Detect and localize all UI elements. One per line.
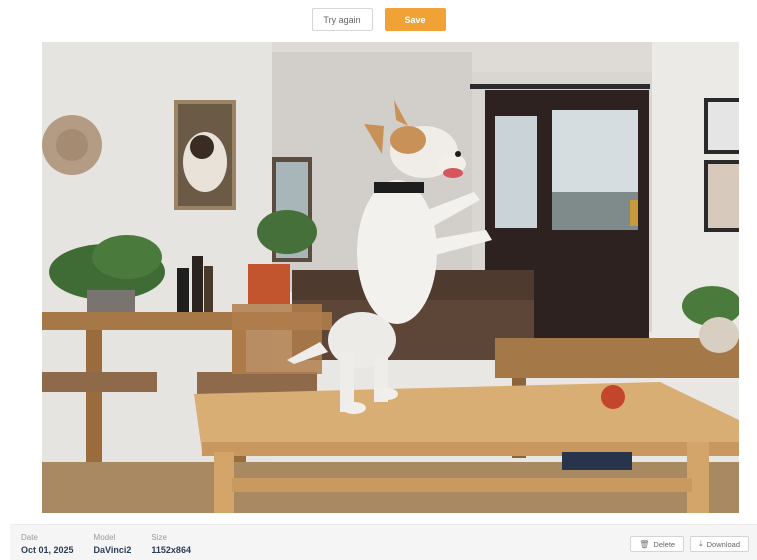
download-label: Download	[706, 539, 740, 549]
size-label: Size	[151, 533, 167, 542]
image-metadata: Date Oct 01, 2025 Model DaVinci2 Size 11…	[21, 533, 211, 557]
generation-toolbar: Try again Save	[0, 8, 757, 32]
delete-button[interactable]: 🗑 Delete	[630, 536, 685, 552]
download-button[interactable]: ⤓ Download	[690, 536, 749, 552]
meta-date: Date Oct 01, 2025	[21, 533, 74, 557]
model-value: DaVinci2	[93, 545, 132, 555]
size-value: 1152x864	[151, 545, 191, 555]
date-label: Date	[21, 533, 38, 542]
model-label: Model	[93, 533, 116, 542]
download-icon: ⤓	[699, 539, 703, 548]
image-details-bar: Date Oct 01, 2025 Model DaVinci2 Size 11…	[10, 524, 757, 560]
trash-icon: 🗑	[639, 539, 650, 549]
save-button[interactable]: Save	[384, 8, 446, 31]
meta-size: Size 1152x864	[151, 533, 191, 557]
generated-image	[42, 42, 739, 513]
delete-label: Delete	[653, 539, 676, 549]
generated-image-illustration	[42, 42, 739, 513]
meta-model: Model DaVinci2	[94, 533, 132, 557]
image-actions: 🗑 Delete ⤓ Download	[630, 536, 749, 552]
date-value: Oct 01, 2025	[21, 545, 74, 555]
try-again-button[interactable]: Try again	[311, 8, 373, 31]
